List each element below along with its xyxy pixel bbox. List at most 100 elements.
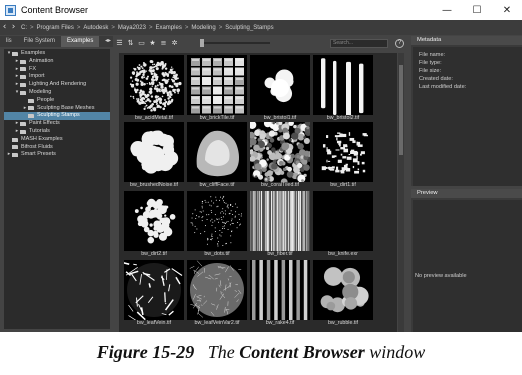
thumbnail-label: bw_bristol2.tif xyxy=(326,115,360,121)
favorite-icon[interactable]: ★ xyxy=(148,39,157,48)
tree-item-label: Sculpting Stamps xyxy=(37,112,80,119)
thumbnail-image[interactable] xyxy=(187,122,247,182)
folder-tree: ▾ Examples ▸ Animation ▸ FX ▸ Import ▸ Lighting A… xyxy=(4,49,110,329)
thumbnail-image[interactable] xyxy=(124,122,184,182)
stamp-pattern-image xyxy=(129,60,182,112)
tree-item[interactable]: People xyxy=(4,97,110,105)
tree-item[interactable]: ▾ Examples xyxy=(4,50,110,58)
path-bar: ‹ › C: > Program Files > Autodesk > Maya2023 > E… xyxy=(0,20,522,35)
tab-examples[interactable]: Examples xyxy=(61,36,100,47)
thumbnail-image[interactable] xyxy=(250,191,310,251)
folder-icon xyxy=(20,67,26,72)
thumbnail-image[interactable] xyxy=(313,122,373,182)
back-arrow-icon[interactable]: ‹ xyxy=(0,20,9,35)
settings-icon[interactable]: ✲ xyxy=(170,39,179,48)
metadata-title: Metadata xyxy=(411,36,522,45)
tree-item[interactable]: ▸ Lighting And Rendering xyxy=(4,81,110,89)
thumbnail-item[interactable]: bw_dirt1.tif xyxy=(313,122,373,189)
tree-item[interactable]: ▸ Tutorials xyxy=(4,128,110,136)
thumbnail-item[interactable]: bw_dots.tif xyxy=(187,191,247,258)
tree-item[interactable]: ▸ Import xyxy=(4,73,110,81)
tab-scroll-arrows-icon[interactable]: ◂▸ xyxy=(103,36,113,47)
thumbnail-item[interactable]: bw_leafVein.tif xyxy=(124,260,184,327)
breadcrumb-item[interactable]: Sculpting_Stamps xyxy=(225,25,273,31)
breadcrumb-item[interactable]: Program Files xyxy=(37,25,74,31)
stamp-pattern-image xyxy=(264,69,294,103)
search-input[interactable]: Search... xyxy=(330,39,388,48)
breadcrumb-separator: > xyxy=(76,24,81,31)
thumbnail-image[interactable] xyxy=(313,55,373,115)
breadcrumb-item[interactable]: C: xyxy=(21,25,27,31)
folder-icon xyxy=(20,129,26,134)
thumbnail-item[interactable]: bw_acidMetal.tif xyxy=(124,55,184,122)
thumbnail-item[interactable]: bw_bristol1.tif xyxy=(250,55,310,122)
tree-item[interactable]: ▸ Animation xyxy=(4,58,110,66)
thumbnail-image[interactable] xyxy=(124,260,184,320)
thumbnail-size-slider[interactable] xyxy=(200,39,270,47)
thumbnail-item[interactable]: bw_coralTiled.tif xyxy=(250,122,310,189)
thumbnail-item[interactable]: bw_fiber.tif xyxy=(250,191,310,258)
thumbnail-image[interactable] xyxy=(187,260,247,320)
tree-item[interactable]: MASH Examples xyxy=(4,136,110,144)
forward-arrow-icon[interactable]: › xyxy=(9,20,18,35)
breadcrumb-item[interactable]: Maya2023 xyxy=(118,25,146,31)
metadata-field-label: File type: xyxy=(419,60,442,66)
list-view-icon[interactable]: ☰ xyxy=(115,39,124,48)
thumbnail-item[interactable]: bw_knife.exr xyxy=(313,191,373,258)
thumbnail-label: bw_fiber.tif xyxy=(267,251,293,257)
thumbnail-image[interactable] xyxy=(187,191,247,251)
title-bar: Content Browser — ☐ ✕ xyxy=(0,0,522,20)
thumbnail-image[interactable] xyxy=(250,260,310,320)
scrollbar-thumb[interactable] xyxy=(399,65,403,155)
tree-item[interactable]: ▾ Modeling xyxy=(4,89,110,97)
thumbnail-image[interactable] xyxy=(250,122,310,182)
thumbnail-image[interactable] xyxy=(250,55,310,115)
window-title: Content Browser xyxy=(21,5,89,15)
thumbnail-image[interactable] xyxy=(124,55,184,115)
thumbnail-item[interactable]: bw_dirt2.tif xyxy=(124,191,184,258)
thumbnail-image[interactable] xyxy=(313,191,373,251)
grid-scrollbar[interactable] xyxy=(398,53,404,332)
maximize-button[interactable]: ☐ xyxy=(462,0,492,20)
thumbnail-label: bw_dots.tif xyxy=(204,251,230,257)
slider-handle[interactable] xyxy=(200,39,204,47)
breadcrumb-item[interactable]: Modeling xyxy=(191,25,215,31)
tree-item[interactable]: Bifrost Fluids xyxy=(4,144,110,152)
tree-item[interactable]: ▸ Sculpting Base Meshes xyxy=(4,105,110,113)
metadata-field-label: Last modified date: xyxy=(419,84,467,90)
thumbnail-image[interactable] xyxy=(124,191,184,251)
thumbnail-label: bw_dirt1.tif xyxy=(330,182,356,188)
close-button[interactable]: ✕ xyxy=(492,0,522,20)
tree-item-label: Examples xyxy=(21,50,46,56)
new-folder-icon[interactable]: ▭ xyxy=(137,39,146,48)
tree-item[interactable]: ▸ Smart Presets xyxy=(4,151,110,159)
tree-item-label: People xyxy=(37,96,55,103)
minimize-button[interactable]: — xyxy=(432,0,462,20)
thumbnail-item[interactable]: bw_cliffFace.tif xyxy=(187,122,247,189)
thumbnail-label: bw_knife.exr xyxy=(328,251,358,257)
breadcrumb-item[interactable]: Examples xyxy=(155,25,181,31)
thumbnail-item[interactable]: bw_rubble.tif xyxy=(313,260,373,327)
help-icon[interactable]: ? xyxy=(395,39,404,48)
tree-item-label: Tutorials xyxy=(29,127,50,134)
sort-icon[interactable]: ⇅ xyxy=(126,39,135,48)
stamp-pattern-image xyxy=(130,130,179,174)
tree-item[interactable]: ▸ Paint Effects xyxy=(4,120,110,128)
preview-panel: Preview No preview available xyxy=(411,189,522,332)
breadcrumb-separator: > xyxy=(30,24,34,31)
thumbnail-item[interactable]: bw_bristol2.tif xyxy=(313,55,373,122)
tab-lis[interactable]: lis xyxy=(0,36,18,47)
thumbnail-label: bw_cliffFace.tif xyxy=(199,182,235,188)
tab-file-system[interactable]: File System xyxy=(18,36,61,47)
folder-icon xyxy=(28,98,34,103)
thumbnail-item[interactable]: bw_rake4.tif xyxy=(250,260,310,327)
tree-item[interactable]: ▸ FX xyxy=(4,66,110,74)
tree-item[interactable]: Sculpting Stamps xyxy=(4,112,110,121)
thumbnail-item[interactable]: bw_leafVeinVar2.tif xyxy=(187,260,247,327)
thumbnail-image[interactable] xyxy=(313,260,373,320)
breadcrumb-item[interactable]: Autodesk xyxy=(83,25,108,31)
filter-icon[interactable]: ≡ xyxy=(159,39,168,48)
thumbnail-item[interactable]: bw_brickTile.tif xyxy=(187,55,247,122)
thumbnail-image[interactable] xyxy=(187,55,247,115)
thumbnail-item[interactable]: bw_brushedNoise.tif xyxy=(124,122,184,189)
